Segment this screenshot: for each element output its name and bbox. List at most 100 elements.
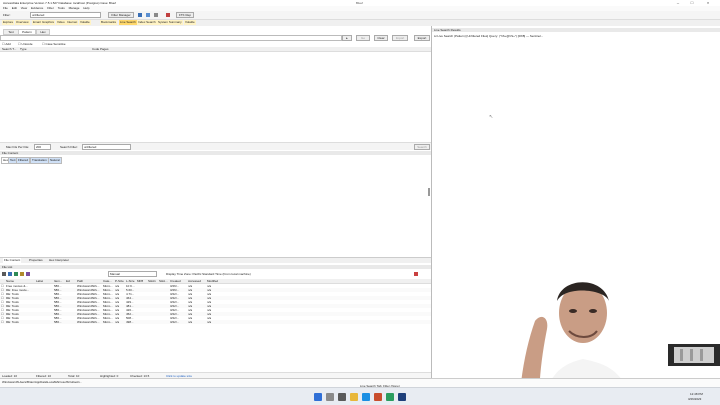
col-created[interactable]: Created (170, 279, 181, 283)
edge-icon[interactable] (362, 393, 370, 401)
tab-volatile-2[interactable]: Volatile (184, 20, 196, 25)
filter-manager-button[interactable]: Filter Manager (108, 12, 134, 18)
col-category[interactable]: Cate... (103, 279, 112, 283)
fc-tab-translation[interactable]: Translation (30, 157, 49, 164)
main-tab-bar: Explore Overview Email Graphics Video In… (0, 20, 200, 25)
live-search-result-text: Live Search (Pattern) [Unfiltered Files]… (437, 34, 544, 38)
search-arrow-icon[interactable]: ▸ (342, 35, 352, 41)
import-button[interactable]: Import (392, 35, 408, 41)
col-sha1[interactable]: SHA1 (148, 279, 156, 283)
col-label[interactable]: Label (36, 279, 43, 283)
tab-internet[interactable]: Internet (66, 20, 79, 25)
file-list-options-icon[interactable] (414, 272, 418, 276)
clear-button[interactable]: Clear (374, 35, 388, 41)
search-icon[interactable] (326, 393, 334, 401)
col-sha256[interactable]: SHA... (159, 279, 168, 283)
filter-select[interactable]: unfiltered (30, 12, 101, 18)
tab-hex-interpreter[interactable]: Hex Interpreter (48, 258, 70, 263)
add-checkbox[interactable]: ☐ Add (2, 42, 11, 46)
task-view-icon[interactable] (338, 393, 346, 401)
export-icon[interactable] (14, 272, 18, 276)
col-accessed[interactable]: Accessed (188, 279, 201, 283)
fc-tab-filtered[interactable]: Filtered (16, 157, 31, 164)
status-path: Windows10\Users\Brian\AppData\Local\Micr… (2, 380, 83, 384)
file-list-toolbar: Manual Display Time Zone: Pacific Standa… (0, 271, 431, 277)
start-icon[interactable] (314, 393, 322, 401)
bottom-tabs: File Content Properties Hex Interpreter (0, 257, 431, 263)
taskbar: 12:48 PM 3/26/2023 (0, 387, 720, 405)
tab-video[interactable]: Video (56, 20, 66, 25)
search-terms-header: Search T... Type Code Pages (0, 47, 431, 52)
toolbar-view-icon[interactable] (138, 13, 142, 17)
col-name[interactable]: Name (6, 279, 14, 283)
toolbar-list-icon[interactable] (154, 13, 158, 17)
unicode-label: Unicode (21, 42, 33, 46)
ftk-app-icon[interactable] (398, 393, 406, 401)
tab-explore[interactable]: Explore (2, 20, 15, 25)
table-cell: 586... (54, 320, 62, 324)
export-button[interactable]: Export (414, 35, 430, 41)
go-button[interactable]: Go (356, 35, 370, 41)
tab-volatile-1[interactable]: Volatile (79, 20, 91, 25)
toolbar-lock-icon[interactable] (166, 13, 170, 17)
table-cell: n/a (207, 320, 212, 324)
search-button[interactable]: Search (414, 144, 430, 150)
tab-file-content[interactable]: File Content (3, 258, 22, 263)
max-hits-input[interactable]: 200 (34, 144, 51, 150)
col-psize[interactable]: P-Size (115, 279, 124, 283)
search-filter-select[interactable]: unfiltered (82, 144, 131, 150)
clock-date: 3/26/2023 (688, 397, 702, 401)
bookmark-icon[interactable] (8, 272, 12, 276)
tab-system-summary[interactable]: System Summary (157, 20, 183, 25)
tab-overview[interactable]: Overview (15, 20, 30, 25)
toolbar-grid-icon[interactable] (146, 13, 150, 17)
case-sensitive-checkbox[interactable]: ☐ Case Sensitive (42, 42, 66, 46)
col-item[interactable]: Item... (54, 279, 62, 283)
window-title: AccessData Enterprise Version 7.5.1.527 … (3, 1, 116, 5)
ftk-report-button[interactable]: FTK Rep (176, 12, 194, 18)
tab-index-search[interactable]: Index Search (137, 20, 157, 25)
mouse-cursor-icon: ↖ (489, 114, 494, 120)
file-content-title: File Content (2, 151, 19, 155)
app-icon-2[interactable] (386, 393, 394, 401)
timezone-note: Display Time Zone: Pacific Standard Time… (166, 272, 251, 276)
content-scrollbar-thumb[interactable] (428, 188, 430, 196)
live-search-results-title: Live Search Results (434, 28, 461, 32)
file-explorer-icon[interactable] (350, 393, 358, 401)
label-icon[interactable] (20, 272, 24, 276)
columns-icon[interactable] (26, 272, 30, 276)
table-row[interactable]: ☐ RE: Tools 586... Windows10\Rx... Micro... n… (0, 320, 431, 324)
col-type[interactable]: Type (20, 47, 27, 51)
tab-bookmarks[interactable]: Bookmarks (100, 20, 118, 25)
view-select[interactable]: Manual (108, 271, 157, 277)
tab-graphics[interactable]: Graphics (41, 20, 56, 25)
row-checkbox[interactable]: ☐ (1, 320, 4, 324)
file-list-title: File List (2, 265, 13, 269)
col-ext[interactable]: Ext (66, 279, 70, 283)
col-modified[interactable]: Modified (207, 279, 218, 283)
col-code-pages[interactable]: Code Pages (92, 47, 109, 51)
tab-properties[interactable]: Properties (28, 258, 44, 263)
col-path[interactable]: Path (77, 279, 83, 283)
table-cell: 3/22/... (170, 320, 180, 324)
clock-time: 12:48 PM (690, 392, 703, 396)
fc-tab-natural[interactable]: Natural (48, 157, 62, 164)
left-pane: Text Pattern Hex ▸ Go Clear Import Expor… (0, 26, 432, 379)
col-lsize[interactable]: L-Size (126, 279, 135, 283)
file-content-header: File Content (0, 151, 431, 155)
tab-live-search[interactable]: Live Search (119, 20, 137, 25)
app-icon-1[interactable] (374, 393, 382, 401)
col-search-term[interactable]: Search T... (2, 47, 16, 51)
search-term-input[interactable] (0, 35, 342, 41)
table-cell: Windows10\Rx... (77, 320, 100, 324)
col-md5[interactable]: MD5 (137, 279, 143, 283)
file-content-tabs: Hex Text Filtered Translation Natural (0, 157, 200, 164)
live-search-results-header: Live Search Results (432, 28, 720, 32)
unicode-checkbox[interactable]: ☐ Unicode (18, 42, 33, 46)
check-all-icon[interactable] (2, 272, 6, 276)
camera-image (668, 344, 720, 366)
file-list-rows: ☐ Free movies &... 586... Windows10\Rx... Mi… (0, 284, 431, 324)
max-hits-bar: Max hits Per File: 200 Search Filter: un… (0, 142, 431, 150)
table-cell: n/a (115, 320, 120, 324)
live-search-result-item[interactable]: ⊟ Live Search (Pattern) [Unfiltered File… (434, 34, 543, 38)
